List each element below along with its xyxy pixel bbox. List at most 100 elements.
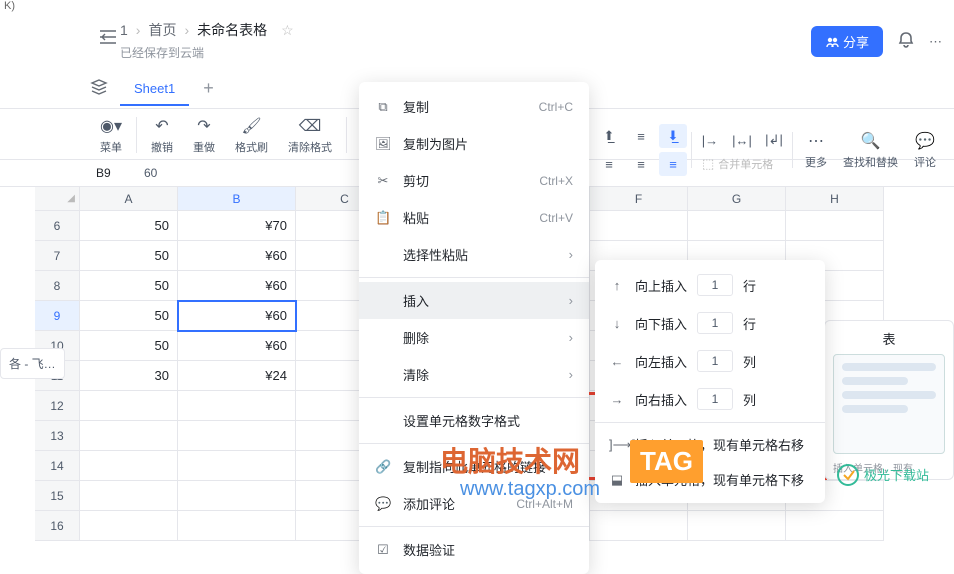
cell[interactable]: ¥60 bbox=[178, 241, 296, 271]
align-center-icon[interactable]: ≡ bbox=[627, 152, 655, 176]
count-input[interactable]: 1 bbox=[697, 388, 733, 410]
cell[interactable] bbox=[178, 481, 296, 511]
wrap-wrap-icon[interactable]: |↲| bbox=[760, 128, 788, 152]
cell[interactable]: ¥24 bbox=[178, 361, 296, 391]
cell[interactable] bbox=[178, 391, 296, 421]
cell[interactable]: 50 bbox=[80, 211, 178, 241]
cell[interactable]: ¥60 bbox=[178, 271, 296, 301]
row-header[interactable]: 13 bbox=[35, 421, 80, 451]
clear-format-button[interactable]: ⌫清除格式 bbox=[278, 115, 342, 155]
menu-data-validation[interactable]: ☑数据验证 bbox=[359, 531, 589, 568]
menu-add-comment[interactable]: 💬添加评论Ctrl+Alt+M bbox=[359, 485, 589, 522]
wrap-clip-icon[interactable]: |↔| bbox=[728, 128, 756, 152]
menu-cut[interactable]: ✂剪切Ctrl+X bbox=[359, 162, 589, 199]
cell-reference[interactable]: B9 bbox=[90, 164, 144, 182]
left-tab-pill[interactable]: 各 - 飞… bbox=[0, 348, 65, 379]
breadcrumb[interactable]: 1 › 首页 › 未命名表格 ☆ bbox=[120, 20, 294, 40]
menu-paste-special[interactable]: 选择性粘贴› bbox=[359, 236, 589, 273]
cell[interactable] bbox=[178, 451, 296, 481]
align-left-icon[interactable]: ≡ bbox=[595, 152, 623, 176]
cell[interactable] bbox=[178, 421, 296, 451]
cell[interactable] bbox=[80, 421, 178, 451]
menu-number-format[interactable]: 设置单元格数字格式 bbox=[359, 402, 589, 439]
col-header[interactable]: G bbox=[688, 187, 786, 211]
row-header[interactable]: 7 bbox=[35, 241, 80, 271]
align-bottom-icon[interactable]: ⬇̲ bbox=[659, 124, 687, 148]
cell[interactable] bbox=[786, 211, 884, 241]
doc-title[interactable]: 未命名表格 bbox=[197, 20, 267, 40]
menu-button[interactable]: ◉▾菜单 bbox=[90, 115, 132, 155]
menu-copy-image[interactable]: 🖼复制为图片 bbox=[359, 125, 589, 162]
cell-value[interactable]: 60 bbox=[144, 166, 157, 180]
row-header[interactable]: 12 bbox=[35, 391, 80, 421]
more-icon[interactable]: ⋯ bbox=[929, 34, 942, 50]
sheet-tab[interactable]: Sheet1 bbox=[120, 73, 189, 106]
cell[interactable] bbox=[590, 211, 688, 241]
more-tools-button[interactable]: ⋯更多 bbox=[797, 130, 835, 170]
col-header[interactable]: F bbox=[590, 187, 688, 211]
align-right-icon[interactable]: ≡ bbox=[659, 152, 687, 176]
insert-rows-above[interactable]: ↑向上插入1行 bbox=[595, 266, 825, 304]
grid-corner[interactable]: ◢ bbox=[35, 187, 80, 211]
count-input[interactable]: 1 bbox=[697, 312, 733, 334]
menu-paste[interactable]: 📋粘贴Ctrl+V bbox=[359, 199, 589, 236]
cell[interactable] bbox=[80, 451, 178, 481]
cell[interactable]: ¥60 bbox=[178, 331, 296, 361]
cell[interactable] bbox=[80, 391, 178, 421]
row-header[interactable]: 15 bbox=[35, 481, 80, 511]
bell-icon[interactable] bbox=[897, 31, 915, 52]
merge-cells-button[interactable]: ⬚ 合并单元格 bbox=[696, 156, 788, 172]
align-middle-icon[interactable]: ≡ bbox=[627, 124, 655, 148]
format-painter-button[interactable]: 🖌格式刷 bbox=[225, 115, 278, 155]
undo-button[interactable]: ↶撤销 bbox=[141, 115, 183, 155]
cell[interactable] bbox=[688, 211, 786, 241]
cell[interactable]: 50 bbox=[80, 301, 178, 331]
menu-clear[interactable]: 清除› bbox=[359, 356, 589, 393]
cell[interactable] bbox=[80, 511, 178, 541]
comment-button[interactable]: 💬评论 bbox=[906, 130, 944, 170]
insert-cols-right[interactable]: →向右插入1列 bbox=[595, 380, 825, 418]
align-top-icon[interactable]: ⬆̲ bbox=[595, 124, 623, 148]
star-icon[interactable]: ☆ bbox=[281, 22, 294, 39]
collapse-icon[interactable] bbox=[100, 30, 116, 47]
cell[interactable]: ¥60 bbox=[178, 301, 296, 331]
cell[interactable] bbox=[688, 511, 786, 541]
row-header[interactable]: 14 bbox=[35, 451, 80, 481]
row-header[interactable]: 6 bbox=[35, 211, 80, 241]
menu-delete[interactable]: 删除› bbox=[359, 319, 589, 356]
count-input[interactable]: 1 bbox=[697, 274, 733, 296]
cell[interactable]: 50 bbox=[80, 331, 178, 361]
context-menu[interactable]: ⧉复制Ctrl+C 🖼复制为图片 ✂剪切Ctrl+X 📋粘贴Ctrl+V 选择性… bbox=[359, 82, 589, 574]
cell[interactable]: 30 bbox=[80, 361, 178, 391]
link-icon: 🔗 bbox=[375, 459, 391, 475]
wrap-overflow-icon[interactable]: |→ bbox=[696, 128, 724, 152]
row-header[interactable]: 16 bbox=[35, 511, 80, 541]
row-header[interactable]: 9 bbox=[35, 301, 80, 331]
insert-rows-below[interactable]: ↓向下插入1行 bbox=[595, 304, 825, 342]
side-panel[interactable]: 表 插入单元格，现有 bbox=[824, 320, 954, 480]
add-sheet-button[interactable]: + bbox=[189, 70, 228, 107]
cell[interactable] bbox=[178, 511, 296, 541]
layers-icon[interactable] bbox=[90, 78, 108, 99]
col-header[interactable]: A bbox=[80, 187, 178, 211]
cell[interactable]: ¥70 bbox=[178, 211, 296, 241]
cell[interactable]: 50 bbox=[80, 241, 178, 271]
cell[interactable]: 50 bbox=[80, 271, 178, 301]
shift-right-icon: ]⟶[ bbox=[609, 437, 625, 453]
row-header[interactable]: 8 bbox=[35, 271, 80, 301]
insert-cols-left[interactable]: ←向左插入1列 bbox=[595, 342, 825, 380]
redo-button[interactable]: ↷重做 bbox=[183, 115, 225, 155]
count-input[interactable]: 1 bbox=[697, 350, 733, 372]
cell[interactable] bbox=[80, 481, 178, 511]
cell[interactable] bbox=[786, 511, 884, 541]
menu-copy[interactable]: ⧉复制Ctrl+C bbox=[359, 88, 589, 125]
col-header[interactable]: H bbox=[786, 187, 884, 211]
cell[interactable] bbox=[590, 511, 688, 541]
menu-insert[interactable]: 插入› bbox=[359, 282, 589, 319]
col-header[interactable]: B bbox=[178, 187, 296, 211]
svg-text:极光下载站: 极光下载站 bbox=[864, 468, 929, 483]
breadcrumb-home[interactable]: 首页 bbox=[148, 20, 176, 40]
find-replace-button[interactable]: 🔍查找和替换 bbox=[835, 130, 906, 170]
menu-copy-link[interactable]: 🔗复制指向此单元格的链接 bbox=[359, 448, 589, 485]
share-button[interactable]: 分享 bbox=[811, 26, 883, 57]
